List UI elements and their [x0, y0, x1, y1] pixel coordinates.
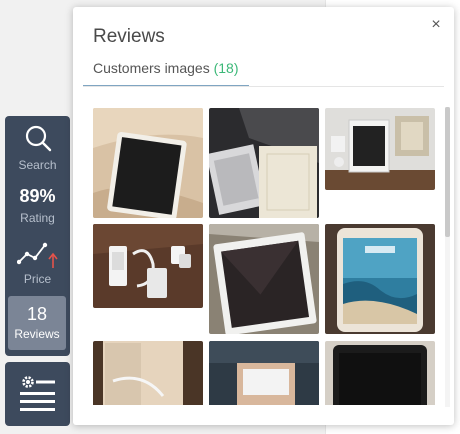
tab-label: Customers images	[93, 60, 210, 76]
trend-chart-icon	[16, 242, 58, 268]
rating-value: 89%	[19, 186, 56, 206]
tab-divider	[83, 86, 444, 87]
customer-image-6[interactable]	[325, 224, 435, 334]
reviews-popup: Reviews × Customers images (18)	[73, 7, 454, 425]
side-toolbar: Search 89% Rating Price 18 Reviews	[5, 116, 70, 356]
tab-customers-images[interactable]: Customers images (18)	[83, 60, 249, 86]
customer-image-7[interactable]	[93, 341, 203, 405]
sidebar-item-price[interactable]: Price	[5, 238, 70, 292]
settings-button[interactable]	[5, 362, 70, 426]
customer-image-3[interactable]	[325, 108, 435, 190]
customer-image-2[interactable]	[209, 108, 319, 218]
search-label: Search	[18, 158, 57, 172]
reviews-label: Reviews	[14, 327, 60, 341]
search-icon	[25, 125, 51, 152]
image-grid	[93, 108, 438, 405]
popup-title: Reviews	[93, 26, 165, 47]
reviews-count: 18	[26, 304, 48, 324]
scrollbar-thumb[interactable]	[445, 107, 450, 237]
sidebar-item-reviews[interactable]: 18 Reviews	[8, 296, 66, 350]
settings-list-icon	[20, 376, 55, 411]
close-button[interactable]: ×	[428, 17, 444, 33]
rating-label: Rating	[20, 211, 55, 225]
customer-image-8[interactable]	[209, 341, 319, 405]
price-label: Price	[23, 272, 52, 286]
customer-image-1[interactable]	[93, 108, 203, 218]
customer-image-5[interactable]	[209, 224, 319, 334]
close-icon: ×	[431, 16, 441, 33]
sidebar-item-rating[interactable]: 89% Rating	[5, 180, 70, 234]
tab-count: (18)	[213, 60, 239, 76]
customer-image-4[interactable]	[93, 224, 203, 308]
customer-image-9[interactable]	[325, 341, 435, 405]
sidebar-item-search[interactable]: Search	[5, 122, 70, 176]
